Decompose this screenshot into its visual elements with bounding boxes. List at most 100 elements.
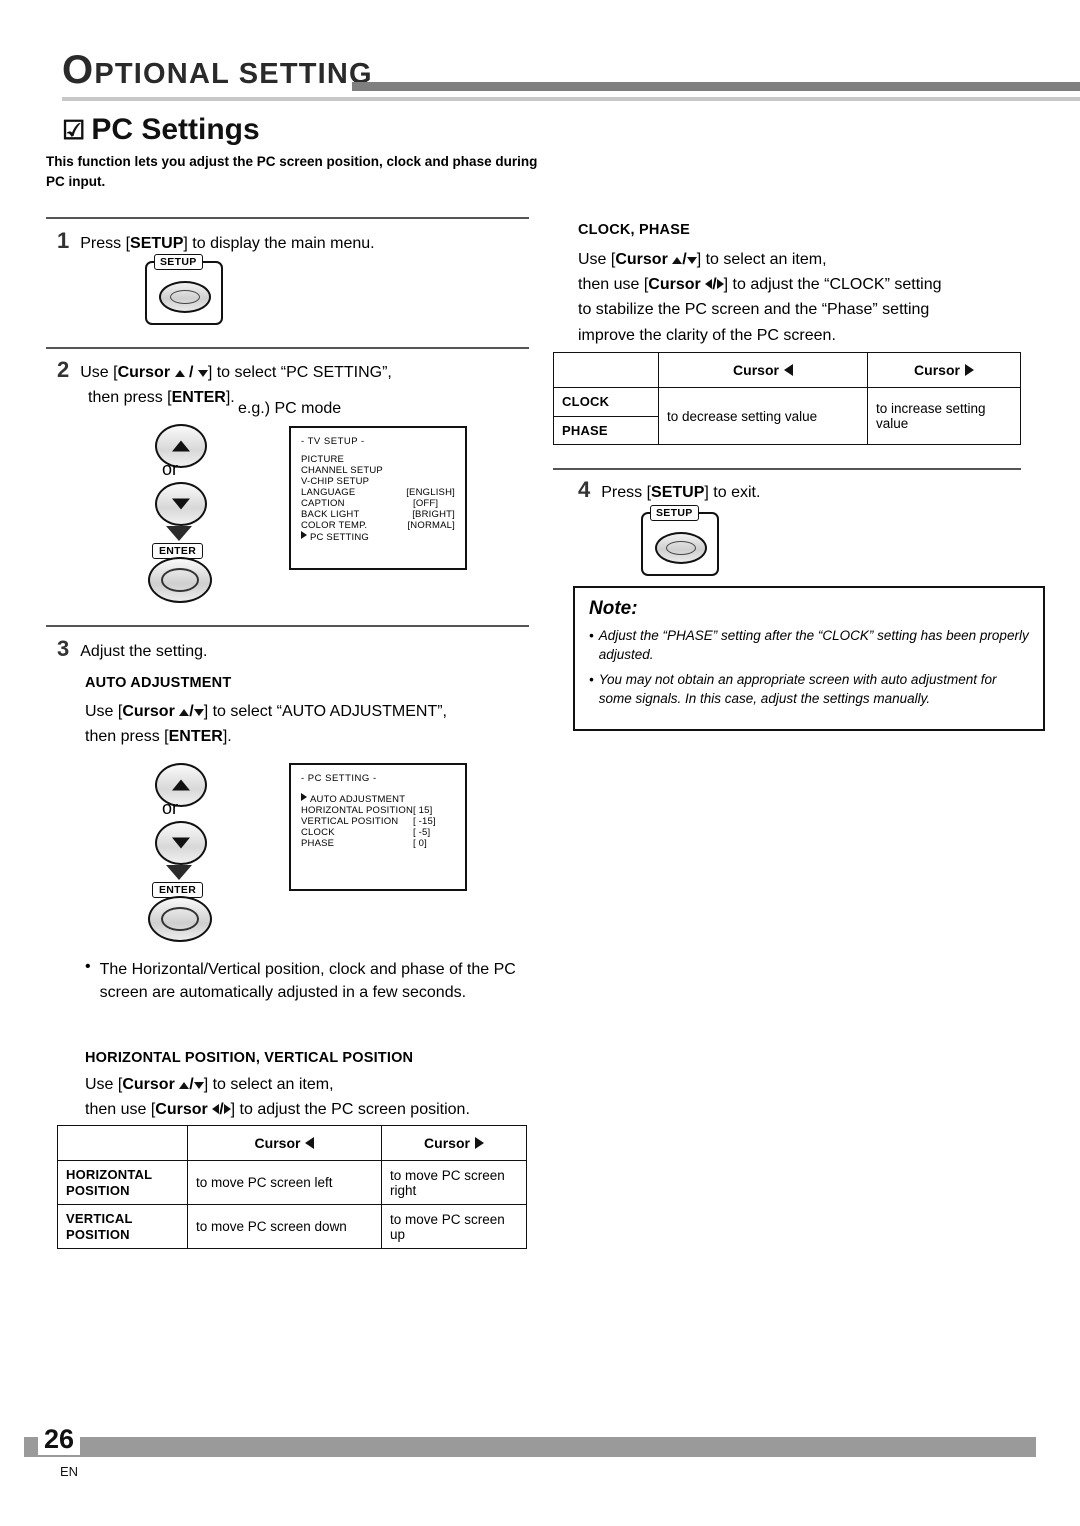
osd-row-name: COLOR TEMP.	[301, 520, 368, 531]
note-item: • You may not obtain an appropriate scree…	[589, 670, 1029, 708]
step-4: 4 Press [SETUP] to exit.	[578, 477, 760, 504]
clock-phase-table-wrap: Cursor Cursor CLOCK to decrease setting …	[553, 352, 1021, 446]
step-2-line1-a: Use [	[80, 364, 118, 381]
osd-row-name: LANGUAGE	[301, 487, 356, 498]
page: OPTIONAL SETTING ☑ PC Settings This funct…	[0, 0, 1080, 1526]
header-title-rest: PTIONAL SETTING	[94, 58, 373, 90]
page-title: ☑ PC Settings	[62, 113, 260, 147]
step-2-line2-c: ].	[225, 389, 235, 407]
aa-line1-a: Use [	[85, 703, 123, 720]
checkbox-icon: ☑	[62, 115, 86, 145]
step-2-line1-c: ] to select “PC SETTING”,	[207, 364, 392, 381]
hv-th-blank	[57, 1125, 188, 1161]
clock-phase-table: Cursor Cursor CLOCK to decrease setting …	[553, 352, 1021, 446]
osd-row-name: V-CHIP SETUP	[301, 476, 370, 487]
header-title-initial: O	[62, 48, 95, 92]
auto-adjust-bullet: • The Horizontal/Vertical position, cloc…	[85, 958, 525, 1004]
cursor-up-icon-6	[672, 257, 683, 264]
cp-line4: improve the clarity of the PC screen.	[578, 326, 836, 344]
bullet-icon-note-1: •	[589, 628, 594, 643]
cursor-left-icon-2	[305, 1137, 315, 1149]
cursor-up-icon-2	[172, 440, 190, 452]
cp-th-blank	[553, 352, 659, 388]
note-item: • Adjust the “PHASE” setting after the “C…	[589, 626, 1029, 664]
aa-line2-c: ].	[222, 728, 232, 746]
step-1: 1 Press [SETUP] to display the main menu.	[57, 228, 375, 255]
osd-row: CAPTION [OFF]	[301, 498, 455, 509]
step-1-text-c: ] to display the main menu.	[183, 235, 375, 252]
osd-row-name: CLOCK	[301, 827, 335, 838]
cp-cell-increase: to increase setting value	[867, 386, 1021, 446]
osd-row: BACK LIGHT [BRIGHT]	[301, 509, 455, 520]
hv-line2-b: Cursor	[155, 1101, 208, 1119]
hv-th-cursor-right: Cursor	[381, 1125, 527, 1161]
note-title: Note:	[589, 598, 638, 619]
header-rule-dark	[352, 82, 1080, 91]
setup-button-graphic-1: SETUP	[145, 254, 223, 325]
down-arrow-indicator-2	[166, 865, 192, 880]
bullet-icon: •	[85, 958, 91, 975]
osd-row-name: PHASE	[301, 838, 335, 849]
osd-pc-setting: - PC SETTING - AUTO ADJUSTMENT HORIZONTA…	[289, 763, 467, 891]
step-1-text-a: Press [	[80, 235, 131, 252]
cp-line1-b: Cursor	[615, 251, 668, 268]
osd-pc-setting-title: - PC SETTING -	[301, 773, 377, 784]
cursor-down-icon-6	[686, 257, 697, 264]
cursor-down-icon-2	[172, 498, 190, 510]
divider-3	[46, 625, 529, 627]
cp-row-clock-label: CLOCK	[553, 387, 659, 417]
osd-tv-setup: - TV SETUP - PICTURE CHANNEL SETUP V-CHI…	[289, 426, 467, 570]
cp-th-cursor-left: Cursor	[658, 352, 868, 388]
osd-row-value: [OFF]	[413, 498, 439, 509]
osd-row: VERTICAL POSITION [ -15]	[301, 816, 455, 827]
aa-line2-b: ENTER	[168, 728, 223, 746]
hv-position-table-wrap: Cursor Cursor HORIZONTAL POSITION to move…	[57, 1125, 527, 1250]
page-header: OPTIONAL SETTING	[62, 50, 1080, 101]
cursor-down-icon-5	[193, 1082, 204, 1089]
table-row: VERTICAL POSITION to move PC screen down …	[57, 1204, 527, 1250]
osd-row: HORIZONTAL POSITION[ 15]	[301, 805, 455, 816]
setup-button-graphic-2: SETUP	[641, 505, 719, 576]
hv-line1-a: Use [	[85, 1076, 123, 1093]
osd-row-value: [ 15]	[413, 805, 433, 816]
aa-line2-a: then press [	[85, 728, 169, 746]
header-rule-light	[62, 97, 1080, 101]
setup-button-label-2: SETUP	[650, 505, 699, 521]
or-label-2: or	[162, 798, 179, 818]
osd-row: V-CHIP SETUP	[301, 476, 455, 487]
table-header-row: Cursor Cursor	[553, 352, 1021, 388]
cursor-down-icon-1	[197, 370, 208, 377]
footer-language: EN	[60, 1464, 79, 1479]
aa-line1-c: ] to select “AUTO ADJUSTMENT”,	[203, 703, 447, 720]
osd-row-value: [BRIGHT]	[412, 509, 455, 520]
step-4-text-b: SETUP	[651, 484, 705, 501]
osd-row-name: AUTO ADJUSTMENT	[310, 794, 406, 805]
clock-phase-instructions: Use [Cursor /] to select an item, then u…	[578, 248, 1028, 347]
hv-row-horizontal-label: HORIZONTAL POSITION	[57, 1159, 188, 1206]
down-arrow-indicator-1	[166, 526, 192, 541]
step-1-text-b: SETUP	[130, 235, 184, 252]
osd-row-value: [ -5]	[413, 827, 431, 838]
osd-row-value: [ENGLISH]	[406, 487, 455, 498]
page-number: 26	[38, 1424, 81, 1455]
hv-row-vertical-left: to move PC screen down	[187, 1204, 382, 1250]
cp-line1-a: Use [	[578, 251, 616, 268]
cursor-right-icon-4	[964, 364, 974, 376]
osd-row-name: BACK LIGHT	[301, 509, 360, 520]
cp-th-cursor-right: Cursor	[867, 352, 1021, 388]
page-title-text: PC Settings	[91, 113, 260, 146]
example-label: e.g.) PC mode	[238, 400, 342, 417]
table-row: HORIZONTAL POSITION to move PC screen lef…	[57, 1159, 527, 1206]
divider-4	[553, 468, 1021, 470]
hv-row-vertical-right: to move PC screen up	[381, 1204, 527, 1250]
step-4-text-c: ] to exit.	[704, 484, 761, 501]
osd-row-value: [ -15]	[413, 816, 436, 827]
bullet-icon-note-2: •	[589, 672, 594, 688]
cursor-down-button-graphic-2	[155, 821, 207, 865]
or-label-1: or	[162, 459, 179, 479]
hv-position-heading: HORIZONTAL POSITION, VERTICAL POSITION	[85, 1050, 414, 1066]
cp-row-phase-label: PHASE	[553, 415, 659, 446]
step-2-line2-b: ENTER	[171, 389, 226, 407]
osd-row: CHANNEL SETUP	[301, 465, 455, 476]
osd-row-selected: PC SETTING	[301, 531, 455, 543]
